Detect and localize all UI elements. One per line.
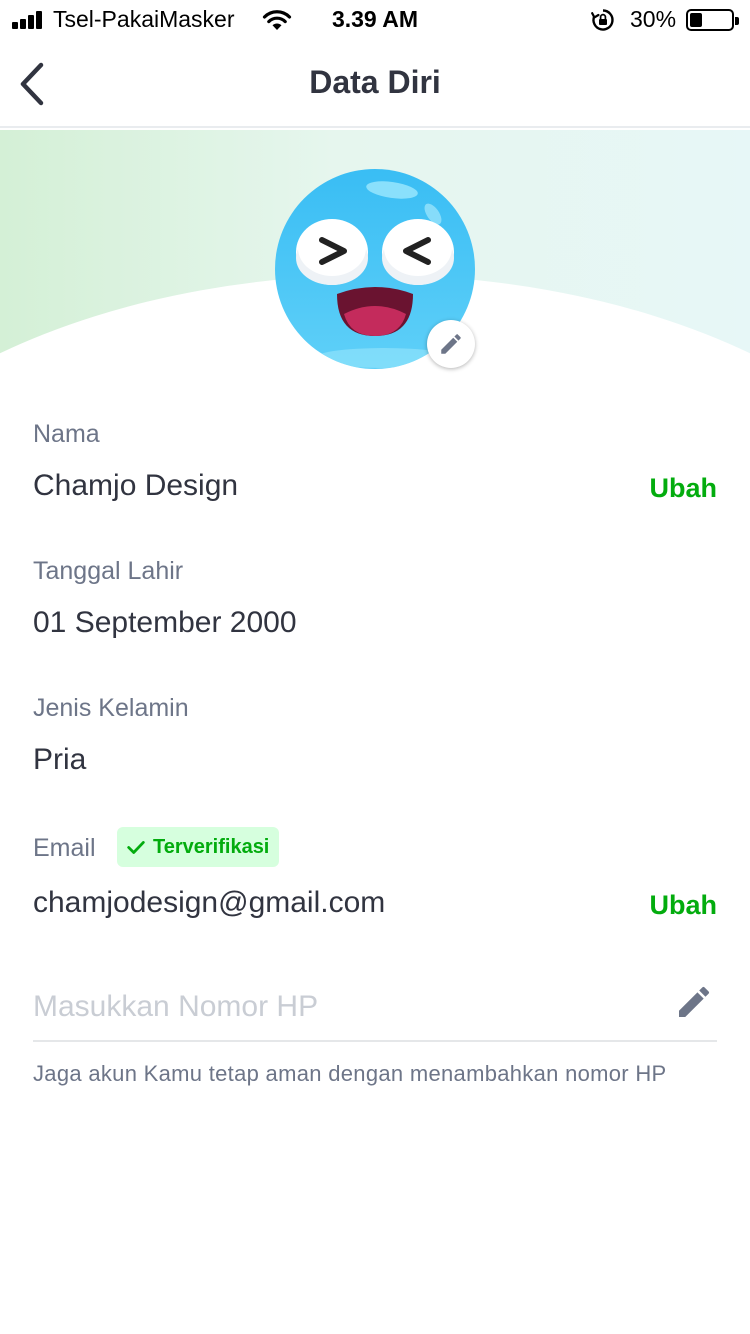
battery-level-fill: [690, 13, 702, 27]
name-value: Chamjo Design: [33, 469, 239, 502]
phone-helper-text: Jaga akun Kamu tetap aman dengan menamba…: [33, 1061, 667, 1086]
rotation-lock-icon: [591, 9, 614, 31]
email-label: Email: [33, 834, 96, 862]
pencil-icon: [679, 986, 710, 1017]
birthdate-label: Tanggal Lahir: [33, 557, 184, 585]
navigation-header: Data Diri: [0, 40, 750, 128]
edit-name-link[interactable]: Ubah: [650, 473, 718, 504]
phone-edit-button[interactable]: [672, 980, 716, 1024]
name-label: Nama: [33, 420, 100, 448]
birthdate-value: 01 September 2000: [33, 606, 297, 639]
checkmark-icon: [127, 841, 145, 854]
battery-percentage: 30%: [630, 6, 677, 32]
verified-badge: Terverifikasi: [117, 827, 280, 867]
status-bar: Tsel-PakaiMasker 3.39 AM 30%: [0, 0, 750, 40]
pencil-icon: [441, 334, 461, 354]
avatar-edit-button[interactable]: [427, 320, 475, 368]
gender-value: Pria: [33, 743, 87, 776]
verified-badge-label: Terverifikasi: [153, 835, 270, 858]
edit-email-link[interactable]: Ubah: [650, 890, 718, 921]
phone-input-underline: [33, 1040, 717, 1042]
gender-label: Jenis Kelamin: [33, 694, 189, 722]
email-value: chamjodesign@gmail.com: [33, 886, 386, 919]
phone-number-input[interactable]: [33, 985, 653, 1029]
page-title: Data Diri: [309, 64, 441, 100]
battery-icon: [686, 9, 739, 31]
